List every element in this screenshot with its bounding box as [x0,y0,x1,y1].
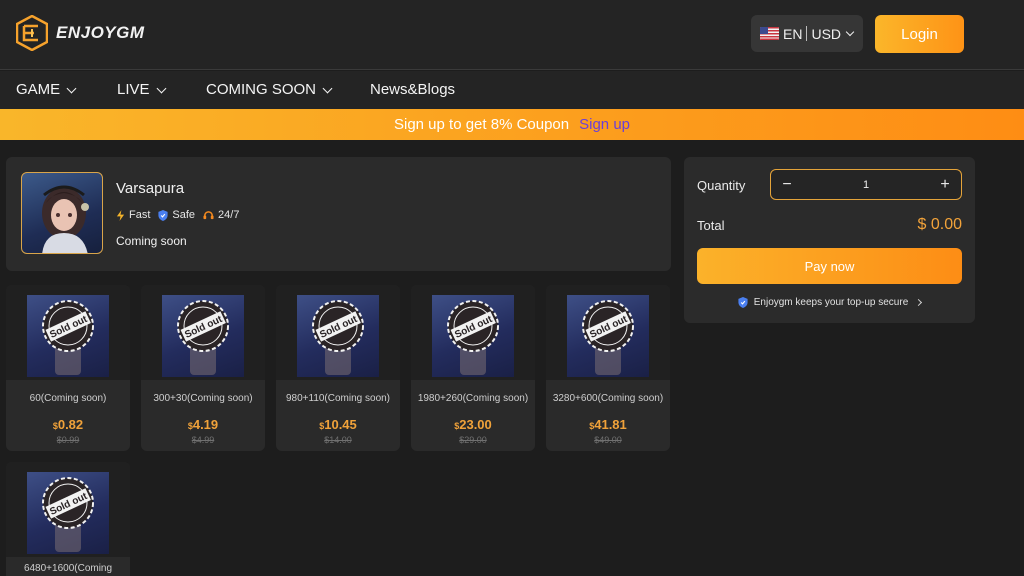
package-name: 980+110(Coming soon) [285,393,391,404]
product-name: Varsapura [116,180,185,197]
price-value: 23.00 [459,417,492,432]
package-name: 300+30(Coming soon) [153,393,253,404]
quantity-stepper[interactable]: − 1 + [770,169,962,200]
currency-label: USD [811,25,842,42]
total-label: Total [697,218,725,233]
package-card[interactable]: Sold out 3280+600(Coming soon) $41.81 $4… [546,285,670,451]
feature-list: Fast Safe 24/7 [116,209,247,221]
feature-safe: Safe [158,209,195,221]
total-value: $ 0.00 [917,216,962,233]
nav-item-label: News&Blogs [370,81,456,98]
package-image: Sold out [546,285,670,380]
chevron-down-icon [156,83,166,93]
package-name: 6480+1600(Coming [23,563,113,574]
package-card[interactable]: Sold out 6480+1600(Coming [6,462,130,576]
header: ENJOYGM EN USD Login [0,0,1024,70]
package-name: 60(Coming soon) [29,393,107,404]
feature-fast: Fast [116,209,150,221]
feature-label: Fast [129,209,151,221]
purchase-panel: Quantity − 1 + Total $ 0.00 Pay now Enjo… [684,157,975,323]
original-price: $4.99 [191,435,215,445]
price-value: 41.81 [594,417,627,432]
package-price: $10.45 [276,417,400,432]
feature-support: 24/7 [203,209,239,221]
package-image: Sold out [141,285,265,380]
sold-out-stamp: Sold out [582,300,634,352]
logo-icon [16,15,48,51]
nav-item-label: COMING SOON [206,81,317,98]
chevron-down-icon [66,83,77,93]
quantity-value[interactable]: 1 [863,179,869,191]
feature-label: Safe [172,209,196,221]
nav-item-game[interactable]: GAME [16,81,77,98]
language-currency-selector[interactable]: EN USD [751,15,863,52]
package-price: $0.82 [6,417,130,432]
package-price: $4.19 [141,417,265,432]
sold-out-stamp: Sold out [312,300,364,352]
package-price: $41.81 [546,417,670,432]
language-divider [806,26,808,41]
brand-name: ENJOYGM [56,23,145,42]
product-status: Coming soon [116,234,187,248]
shield-icon [738,297,748,308]
chevron-down-icon [845,27,855,37]
shield-icon [158,209,168,221]
signup-link[interactable]: Sign up [579,116,630,133]
price-value: 10.45 [324,417,357,432]
package-card[interactable]: Sold out 60(Coming soon) $0.82 $0.99 [6,285,130,451]
banner-text: Sign up to get 8% Coupon [393,116,570,133]
original-price: $49.00 [594,435,622,445]
original-price: $14.00 [324,435,352,445]
sold-out-stamp: Sold out [177,300,229,352]
original-price: $0.99 [56,435,80,445]
increment-button[interactable]: + [939,176,951,193]
package-name: 3280+600(Coming soon) [552,393,664,404]
coupon-banner: Sign up to get 8% Coupon Sign up [0,109,1024,140]
nav-item-live[interactable]: LIVE [117,81,166,98]
package-card[interactable]: Sold out 300+30(Coming soon) $4.19 $4.99 [141,285,265,451]
price-value: 0.82 [57,417,84,432]
product-card: Varsapura Fast Safe 24/7 Coming soon [6,157,671,271]
original-price: $29.00 [459,435,487,445]
nav-item-news-blogs[interactable]: News&Blogs [370,81,455,98]
secure-notice[interactable]: Enjoygm keeps your top-up secure [684,297,975,308]
nav-item-label: LIVE [117,81,150,98]
package-image: Sold out [411,285,535,380]
package-name: 1980+260(Coming soon) [417,393,529,404]
sold-out-stamp: Sold out [42,300,94,352]
headset-icon [203,210,214,219]
lightning-icon [116,209,125,221]
package-image: Sold out [276,285,400,380]
us-flag-icon [760,27,779,40]
package-price: $23.00 [411,417,535,432]
secure-text: Enjoygm keeps your top-up secure [753,297,909,308]
brand-logo[interactable]: ENJOYGM [16,15,145,51]
nav-item-label: GAME [16,81,61,98]
main-nav: GAME LIVE COMING SOON News&Blogs [0,71,1024,109]
product-image [21,172,103,254]
chevron-down-icon [322,83,333,93]
price-value: 4.19 [192,417,219,432]
sold-out-stamp: Sold out [42,477,94,529]
language-label: EN [783,25,803,42]
decrement-button[interactable]: − [781,176,793,193]
chevron-right-icon [915,298,923,307]
package-image: Sold out [6,285,130,380]
quantity-label: Quantity [697,178,746,193]
nav-item-coming-soon[interactable]: COMING SOON [206,81,333,98]
package-card[interactable]: Sold out 1980+260(Coming soon) $23.00 $2… [411,285,535,451]
package-card[interactable]: Sold out 980+110(Coming soon) $10.45 $14… [276,285,400,451]
package-image: Sold out [6,462,130,557]
sold-out-stamp: Sold out [447,300,499,352]
login-button[interactable]: Login [875,15,964,53]
pay-now-button[interactable]: Pay now [697,248,962,284]
feature-label: 24/7 [218,209,240,221]
